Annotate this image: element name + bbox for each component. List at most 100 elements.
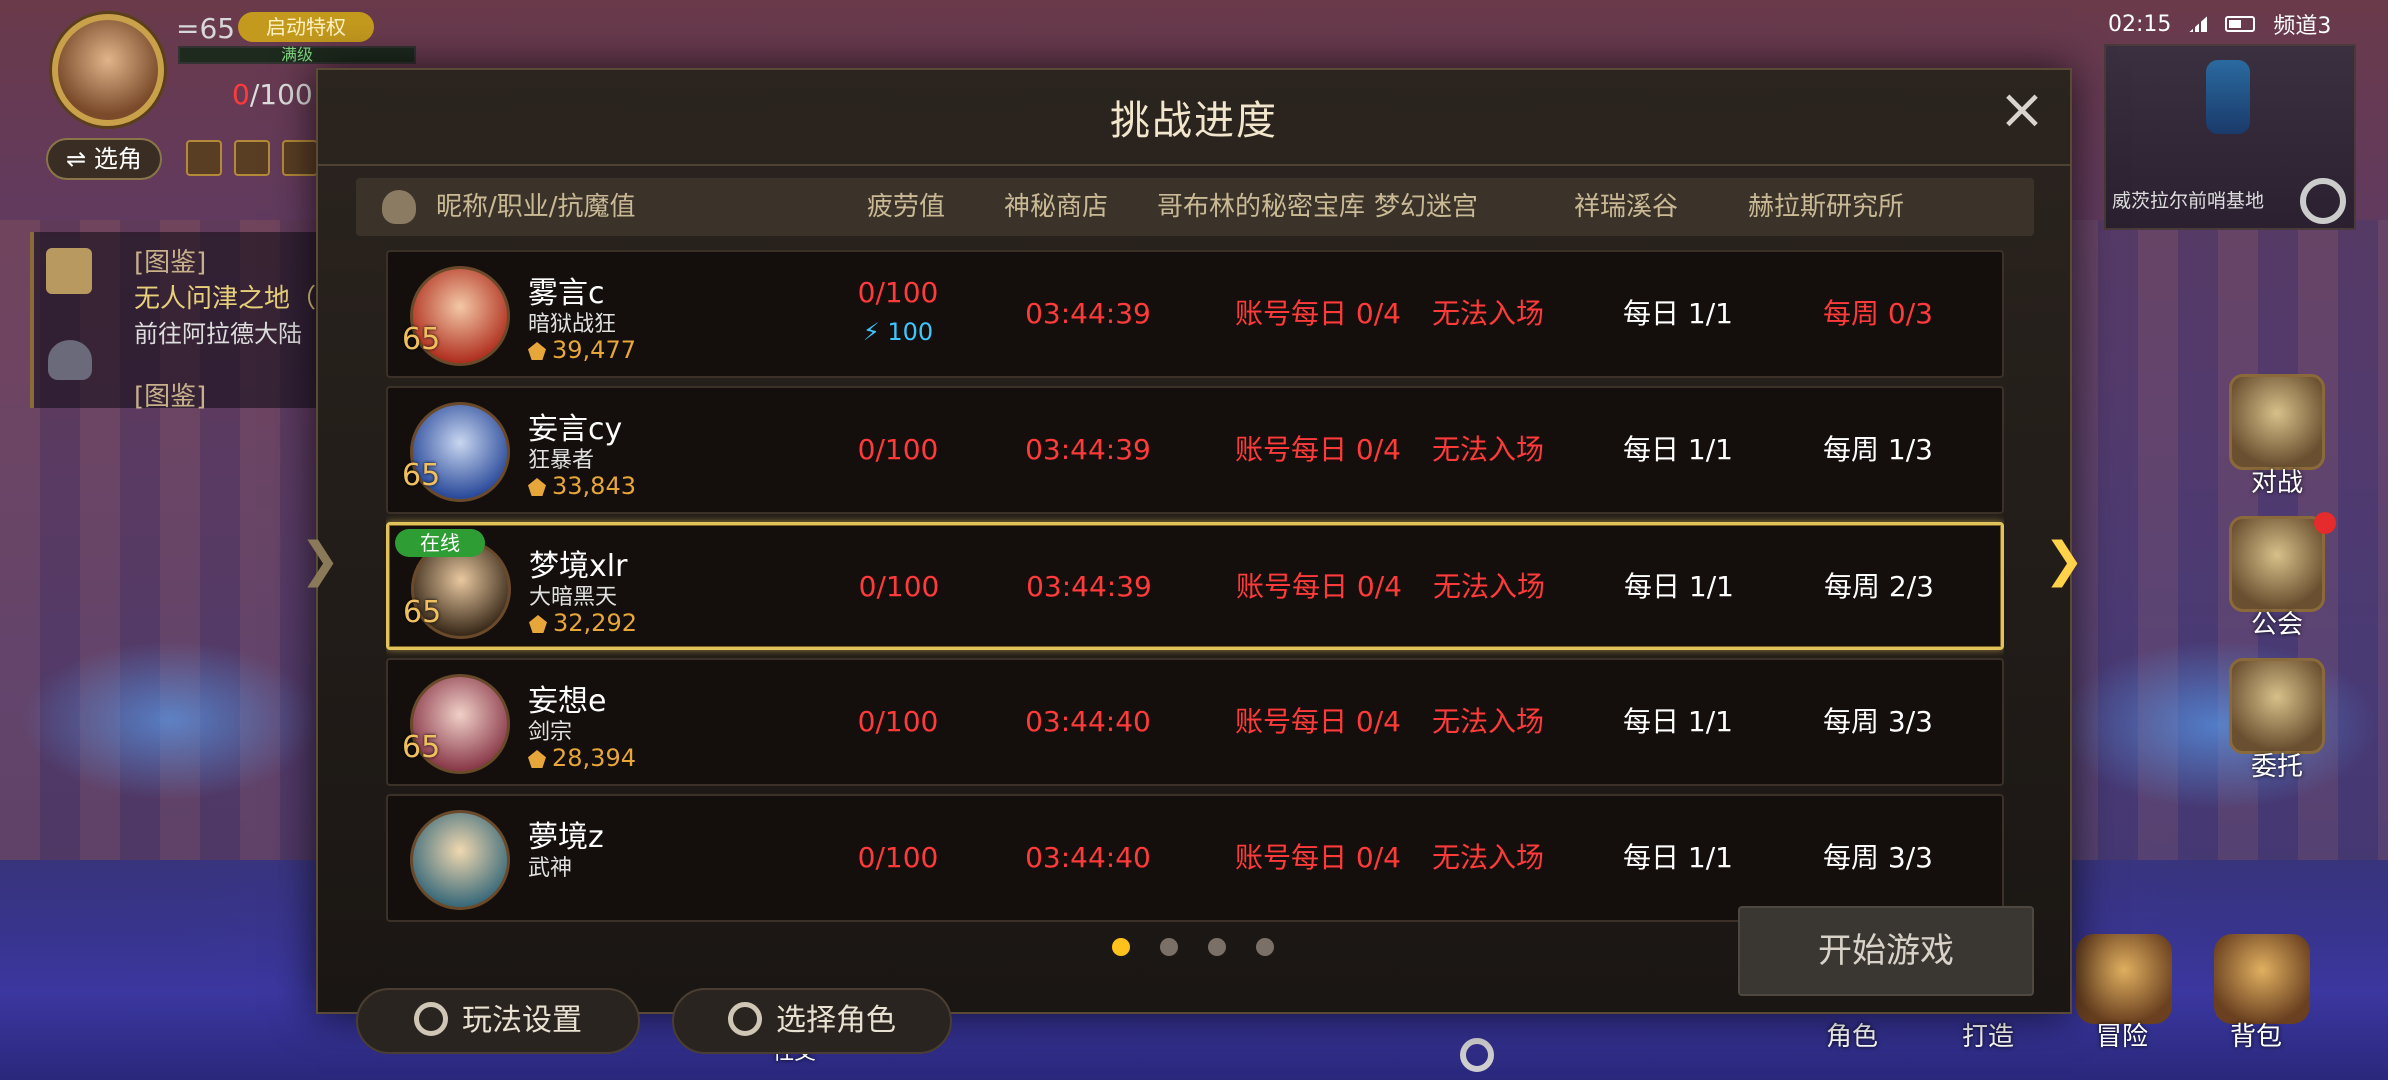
bag-button[interactable]: 背包 <box>2230 1016 2282 1053</box>
modal-title: 挑战进度 <box>1110 98 1278 144</box>
start-game-button[interactable]: 开始游戏 <box>1738 906 2034 996</box>
character-row[interactable]: 65 雾言c 暗狱战狂 39,477 0/100 ⚡ 100 03:44:39 账号每日 0/… <box>386 250 2004 378</box>
character-job: 剑宗 <box>528 720 573 745</box>
fatigue-bonus: ⚡ 100 <box>862 318 934 346</box>
select-role-button[interactable]: 选择角色 <box>672 988 952 1054</box>
page-indicator[interactable] <box>1112 938 1274 956</box>
character-row[interactable]: 65 妄言cy 狂暴者 33,843 0/100 03:44:39 账号每日 0/4 无法入场… <box>386 386 2004 514</box>
title-divider <box>318 164 2070 166</box>
gear-icon <box>414 1002 448 1036</box>
anti-magic-icon <box>528 342 546 360</box>
guild-button[interactable]: 公会 <box>2222 516 2332 641</box>
character-level: 65 <box>402 322 441 357</box>
anti-magic-icon <box>528 478 546 496</box>
character-level: 65 <box>402 730 441 765</box>
people-icon <box>48 340 92 380</box>
challenge-progress-modal: 挑战进度 × 昵称/职业/抗魔值 疲劳值 神秘商店 哥布林的秘密宝库 梦幻迷宫 … <box>316 68 2072 1054</box>
character-row[interactable]: 65 妄想e 剑宗 28,394 0/100 03:44:40 账号每日 0/4 无法入场 每日… <box>386 658 2004 786</box>
minimap-character-icon <box>2206 60 2250 134</box>
character-row[interactable]: 夢境z 武神 0/100 03:44:40 账号每日 0/4 无法入场 每日 1/1 每周 3… <box>386 794 2004 922</box>
next-arrow-icon[interactable]: ❯ <box>2044 536 2084 584</box>
anti-magic-value: 33,843 <box>528 472 636 500</box>
dream-maze-status: 无法入场 <box>1431 705 1544 738</box>
lab-count: 每周 3/3 <box>1823 841 1933 874</box>
dream-maze-status: 无法入场 <box>1431 841 1544 874</box>
status-bar: 02:15 频道3 <box>2108 6 2358 42</box>
page-dot[interactable] <box>1160 938 1178 956</box>
forge-button[interactable]: 打造 <box>1962 1016 2014 1053</box>
fatigue-value: 0/100 <box>858 570 940 603</box>
mystery-shop-timer: 03:44:39 <box>1025 297 1151 330</box>
swords-icon <box>2229 374 2325 470</box>
mystery-shop-timer: 03:44:40 <box>1025 705 1151 738</box>
lab-count: 每周 2/3 <box>1824 570 1934 603</box>
gear-icon[interactable] <box>2300 178 2346 224</box>
guild-label: 公会 <box>2250 610 2303 640</box>
quest-title[interactable]: 无人问津之地（ <box>134 278 316 315</box>
page-dot[interactable] <box>1256 938 1274 956</box>
anti-magic-value: 28,394 <box>528 744 636 772</box>
stamina-display: 0/100 <box>232 78 313 111</box>
anti-magic-icon <box>529 615 547 633</box>
anti-magic-value: 32,292 <box>529 609 637 637</box>
page-dot[interactable] <box>1208 938 1226 956</box>
anti-magic-number: 28,394 <box>552 744 636 772</box>
dream-maze-status: 无法入场 <box>1431 433 1544 466</box>
gameplay-settings-button[interactable]: 玩法设置 <box>356 988 640 1054</box>
player-level: =65 <box>176 12 236 45</box>
bag-icon[interactable] <box>2214 934 2310 1024</box>
quick-slot-2-icon[interactable] <box>234 140 270 176</box>
character-job: 暗狱战狂 <box>528 312 617 337</box>
settings-gear-icon[interactable] <box>1460 1038 1494 1072</box>
character-row[interactable]: 65 在线 梦境xlr 大暗黑天 32,292 0/100 03:44:39 账号每日 0/4… <box>386 522 2004 650</box>
auth-privilege-badge[interactable]: 启动特权 <box>238 12 374 42</box>
table-header: 昵称/职业/抗魔值 疲劳值 神秘商店 哥布林的秘密宝库 梦幻迷宫 祥瑞溪谷 赫拉… <box>356 178 2034 236</box>
lab-count: 每周 0/3 <box>1823 297 1933 330</box>
character-job: 大暗黑天 <box>529 585 618 610</box>
header-lab: 赫拉斯研究所 <box>1747 192 1904 222</box>
select-role-label: 选择角色 <box>776 1003 896 1038</box>
stamina-current: 0 <box>232 78 250 111</box>
character-job: 狂暴者 <box>528 448 595 473</box>
board-icon <box>2229 658 2325 754</box>
character-level: 65 <box>403 595 442 630</box>
close-icon[interactable]: × <box>1994 82 2050 142</box>
anti-magic-icon <box>528 750 546 768</box>
quest-tag-2: [图鉴] <box>134 382 207 412</box>
character-button[interactable]: 角色 <box>1826 1016 1878 1053</box>
page-dot[interactable] <box>1112 938 1130 956</box>
fatigue-value: 0/100 <box>857 276 939 309</box>
valley-count: 每日 1/1 <box>1623 841 1733 874</box>
exp-bar: 满级 <box>178 46 416 64</box>
adventure-icon[interactable] <box>2076 934 2172 1024</box>
battle-button[interactable]: 对战 <box>2222 374 2332 499</box>
anti-magic-number: 39,477 <box>552 336 636 364</box>
player-avatar[interactable] <box>52 14 164 126</box>
switch-role-button[interactable]: ⇌ 选角 <box>46 138 162 180</box>
commission-button[interactable]: 委托 <box>2222 658 2332 783</box>
valley-count: 每日 1/1 <box>1623 297 1733 330</box>
character-job: 武神 <box>528 856 573 881</box>
mystery-shop-timer: 03:44:39 <box>1026 570 1152 603</box>
stamina-max: /100 <box>249 78 313 111</box>
battery-icon <box>2225 16 2256 32</box>
quick-slot-3-icon[interactable] <box>282 140 318 176</box>
fatigue-value: 0/100 <box>857 433 939 466</box>
mystery-shop-timer: 03:44:40 <box>1025 841 1151 874</box>
role-icon <box>728 1002 762 1036</box>
minimap-location: 威茨拉尔前哨基地 <box>2112 190 2265 212</box>
scroll-icon <box>46 248 92 294</box>
prev-arrow-icon[interactable]: ❯ <box>300 536 340 584</box>
channel-label[interactable]: 频道3 <box>2273 8 2331 40</box>
character-list[interactable]: 65 雾言c 暗狱战狂 39,477 0/100 ⚡ 100 03:44:39 账号每日 0/… <box>386 250 2004 954</box>
dream-maze-status: 无法入场 <box>1432 570 1545 603</box>
dream-maze-status: 无法入场 <box>1431 297 1544 330</box>
battle-label: 对战 <box>2250 468 2303 498</box>
quest-description: 前往阿拉德大陆 <box>134 320 302 348</box>
anti-magic-number: 32,292 <box>553 609 637 637</box>
mystery-shop-timer: 03:44:39 <box>1025 433 1151 466</box>
quick-slot-1-icon[interactable] <box>186 140 222 176</box>
character-silhouette-icon <box>382 190 416 224</box>
adventure-button[interactable]: 冒险 <box>2096 1016 2148 1053</box>
teleport-circle-left <box>20 640 320 800</box>
